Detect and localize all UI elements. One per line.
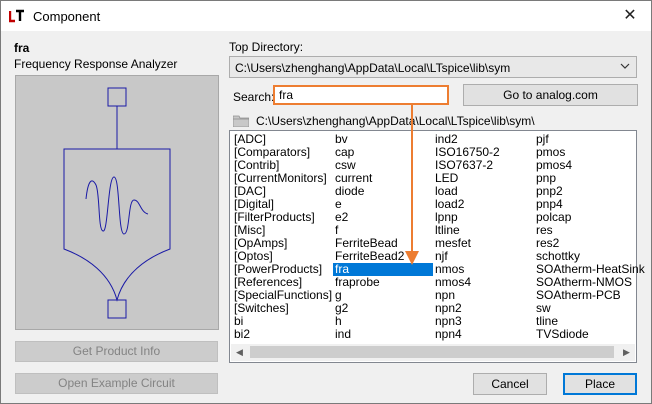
list-item[interactable]: g2 (333, 302, 433, 315)
list-item[interactable]: ind (333, 328, 433, 341)
search-label: Search: (233, 90, 275, 104)
list-item[interactable]: e2 (333, 211, 433, 224)
component-description: Frequency Response Analyzer (14, 57, 178, 71)
component-name: fra (14, 41, 30, 55)
cancel-button[interactable]: Cancel (473, 373, 547, 395)
list-column-3: ind2 ISO16750-2 ISO7637-2 LED load load2 lpnp l… (433, 133, 533, 341)
get-product-info-button[interactable]: Get Product Info (15, 341, 218, 362)
open-example-circuit-button[interactable]: Open Example Circuit (15, 373, 218, 394)
list-item[interactable]: fraprobe (333, 276, 433, 289)
window-title: Component (33, 9, 101, 24)
list-item[interactable]: [Switches] (232, 302, 332, 315)
fra-symbol-drawing (63, 87, 171, 319)
horizontal-scrollbar[interactable]: ◀ ▶ (231, 344, 635, 361)
search-box[interactable] (273, 85, 449, 105)
close-icon: ✕ (623, 7, 637, 24)
component-dialog: Component ✕ fra Frequency Response Analy… (0, 0, 652, 404)
search-input[interactable] (275, 88, 444, 102)
list-item[interactable]: npn4 (433, 328, 533, 341)
list-item[interactable]: e (333, 198, 433, 211)
title-bar: Component ✕ (1, 1, 651, 31)
close-button[interactable]: ✕ (615, 3, 645, 29)
list-item[interactable]: diode (333, 185, 433, 198)
list-item[interactable]: TVSdiode (534, 328, 634, 341)
scroll-right-icon[interactable]: ▶ (618, 344, 635, 361)
list-column-1: [ADC] [Comparators] [Contrib] [CurrentMonit… (232, 133, 332, 341)
top-directory-dropdown[interactable]: C:\Users\zhenghang\AppData\Local\LTspice… (229, 56, 637, 78)
scroll-left-icon[interactable]: ◀ (231, 344, 248, 361)
go-to-analog-button[interactable]: Go to analog.com (463, 84, 638, 106)
symbol-preview (15, 75, 219, 330)
top-directory-value: C:\Users\zhenghang\AppData\Local\LTspice… (235, 61, 511, 75)
component-list[interactable]: [ADC] [Comparators] [Contrib] [CurrentMonit… (229, 130, 645, 363)
folder-icon (233, 115, 249, 127)
list-column-2: bv cap csw current diode e e2 f FerriteBead Ferri… (333, 133, 433, 341)
list-column-4: pjf pmos pmos4 pnp pnp2 pnp4 polcap res res2 scho… (534, 133, 645, 341)
chevron-down-icon (620, 63, 630, 69)
list-item[interactable]: mesfet (433, 237, 533, 250)
scrollbar-thumb[interactable] (250, 346, 614, 358)
list-item[interactable]: bi2 (232, 328, 332, 341)
place-button[interactable]: Place (563, 373, 637, 395)
ltspice-app-icon (9, 9, 25, 23)
current-path-text: C:\Users\zhenghang\AppData\Local\LTspice… (256, 114, 535, 128)
list-item[interactable]: g (333, 289, 433, 302)
top-directory-label: Top Directory: (229, 40, 304, 54)
